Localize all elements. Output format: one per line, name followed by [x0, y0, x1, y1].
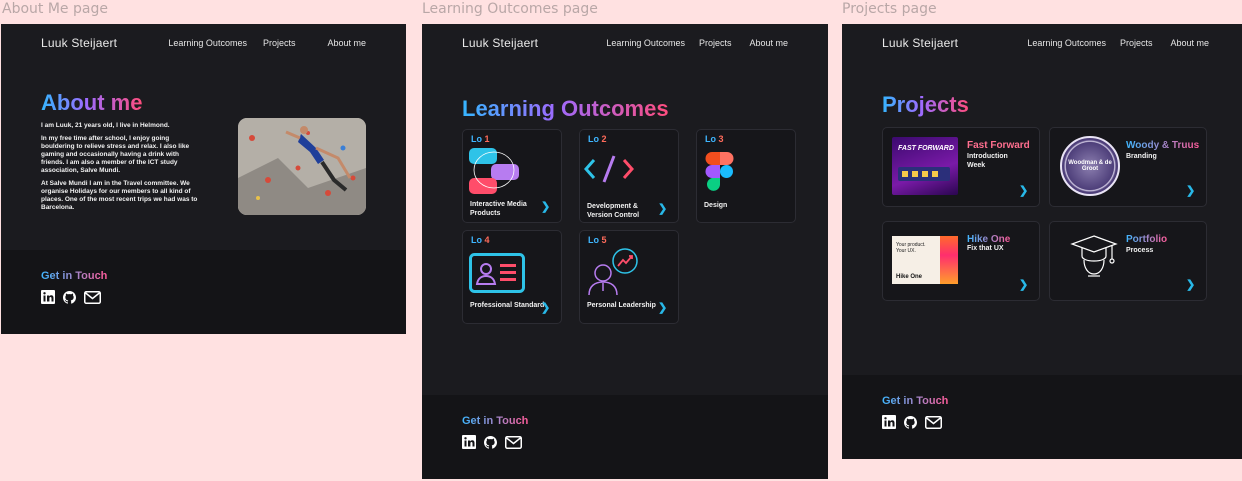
learning-frame-label: Learning Outcomes page [422, 1, 598, 17]
linkedin-icon[interactable] [462, 435, 476, 449]
interactive-media-icon [469, 148, 519, 194]
mail-icon[interactable] [925, 415, 942, 429]
lo-card-title: Professional Standard [470, 302, 545, 309]
nav-about-me[interactable]: About me [327, 38, 366, 48]
project-card-woody-truus[interactable]: Woodman & de Groot Woody & Truus Brandin… [1049, 127, 1207, 207]
lo-card-1[interactable]: Lo 1 Interactive Media Products ❯ [462, 129, 562, 223]
projects-page-frame: Luuk Steijaert Learning Outcomes Project… [842, 24, 1242, 459]
project-subtitle: Process [1126, 247, 1154, 254]
footer: Get in Touch [1, 250, 406, 334]
project-title: Woody & Truus [1126, 140, 1200, 151]
social-links [882, 415, 942, 429]
brand-link[interactable]: Luuk Steijaert [882, 36, 958, 50]
lo-badge: Lo 5 [588, 235, 607, 245]
footer: Get in Touch [842, 375, 1242, 459]
about-paragraph: In my free time after school, I enjoy go… [41, 135, 190, 174]
page-title: Learning Outcomes [462, 96, 669, 121]
project-subtitle: Introduction Week [967, 153, 1008, 169]
lo-card-title: Personal Leadership [587, 302, 656, 309]
about-paragraph: At Salve Mundi I am in the Travel commit… [41, 180, 198, 211]
nav-projects[interactable]: Projects [1120, 38, 1153, 48]
social-links [462, 435, 522, 449]
lo-badge: Lo 1 [471, 134, 490, 144]
id-card-icon [469, 253, 525, 293]
nav-about-me[interactable]: About me [1170, 38, 1209, 48]
chevron-right-icon[interactable]: ❯ [541, 301, 550, 314]
project-subtitle: Fix that UX [967, 245, 1004, 252]
project-title: Portfolio [1126, 234, 1168, 245]
mail-icon[interactable] [84, 290, 101, 304]
nav-learning-outcomes[interactable]: Learning Outcomes [1027, 38, 1106, 48]
brand-link[interactable]: Luuk Steijaert [41, 36, 117, 50]
projects-frame-label: Projects page [842, 1, 937, 17]
mail-icon[interactable] [505, 435, 522, 449]
thumbnail-text: Your product. Your UX. [896, 242, 926, 254]
footer-title: Get in Touch [41, 270, 108, 282]
graduation-cap-icon [1070, 235, 1118, 277]
nav-projects[interactable]: Projects [699, 38, 732, 48]
footer: Get in Touch [422, 395, 828, 479]
brand-link[interactable]: Luuk Steijaert [462, 36, 538, 50]
navbar: Luuk Steijaert Learning Outcomes Project… [1, 36, 406, 56]
chevron-right-icon[interactable]: ❯ [1186, 184, 1195, 197]
project-subtitle: Branding [1126, 153, 1157, 160]
github-icon[interactable] [484, 435, 497, 449]
project-card-fast-forward[interactable]: FAST FORWARD Fast Forward Introduction W… [882, 127, 1040, 207]
hike-one-thumbnail: Your product. Your UX. Hike One [892, 236, 958, 284]
lo-card-title: Design [704, 202, 728, 209]
github-icon[interactable] [63, 290, 76, 304]
chevron-right-icon[interactable]: ❯ [658, 301, 667, 314]
footer-title: Get in Touch [462, 415, 529, 427]
lo-card-title: Development & Version Control [587, 203, 640, 219]
linkedin-icon[interactable] [41, 290, 55, 304]
fast-forward-thumbnail: FAST FORWARD [892, 137, 958, 195]
lo-card-title: Interactive Media Products [470, 201, 527, 217]
nav-learning-outcomes[interactable]: Learning Outcomes [168, 38, 247, 48]
social-links [41, 290, 101, 304]
chevron-right-icon[interactable]: ❯ [541, 200, 550, 213]
woody-truus-logo: Woodman & de Groot [1060, 136, 1120, 196]
lo-card-5[interactable]: Lo 5 Personal Leadership ❯ [579, 230, 679, 324]
leadership-icon [588, 248, 638, 296]
chevron-right-icon[interactable]: ❯ [1019, 278, 1028, 291]
thumbnail-text: FAST FORWARD [898, 145, 954, 152]
lo-card-2[interactable]: Lo 2 Development & Version Control ❯ [579, 129, 679, 223]
project-card-portfolio[interactable]: Portfolio Process ❯ [1049, 221, 1207, 301]
about-frame-label: About Me page [2, 1, 108, 17]
page-title: Projects [882, 92, 969, 117]
code-icon [584, 155, 634, 183]
linkedin-icon[interactable] [882, 415, 896, 429]
lo-badge: Lo 2 [588, 134, 607, 144]
nav-projects[interactable]: Projects [263, 38, 296, 48]
chevron-right-icon[interactable]: ❯ [658, 202, 667, 215]
footer-title: Get in Touch [882, 395, 949, 407]
about-page-frame: Luuk Steijaert Learning Outcomes Project… [1, 24, 406, 334]
bouldering-photo [238, 118, 366, 215]
lo-card-4[interactable]: Lo 4 Professional Standard ❯ [462, 230, 562, 324]
nav-learning-outcomes[interactable]: Learning Outcomes [606, 38, 685, 48]
lo-badge: Lo 3 [705, 134, 724, 144]
lo-card-3[interactable]: Lo 3 Design [696, 129, 796, 223]
github-icon[interactable] [904, 415, 917, 429]
lo-badge: Lo 4 [471, 235, 490, 245]
navbar: Luuk Steijaert Learning Outcomes Project… [842, 36, 1242, 56]
about-paragraph: I am Luuk, 21 years old, I live in Helmo… [41, 122, 170, 129]
project-title: Fast Forward [967, 140, 1030, 151]
about-text: I am Luuk, 21 years old, I live in Helmo… [41, 122, 201, 217]
thumbnail-text: Woodman & de Groot [1068, 160, 1112, 172]
learning-page-frame: Luuk Steijaert Learning Outcomes Project… [422, 24, 828, 479]
thumbnail-brand: Hike One [896, 274, 923, 280]
figma-icon [705, 152, 734, 191]
nav-about-me[interactable]: About me [749, 38, 788, 48]
chevron-right-icon[interactable]: ❯ [1019, 184, 1028, 197]
page-title: About me [41, 90, 143, 115]
project-card-hike-one[interactable]: Your product. Your UX. Hike One Hike One… [882, 221, 1040, 301]
navbar: Luuk Steijaert Learning Outcomes Project… [422, 36, 828, 56]
chevron-right-icon[interactable]: ❯ [1186, 278, 1195, 291]
